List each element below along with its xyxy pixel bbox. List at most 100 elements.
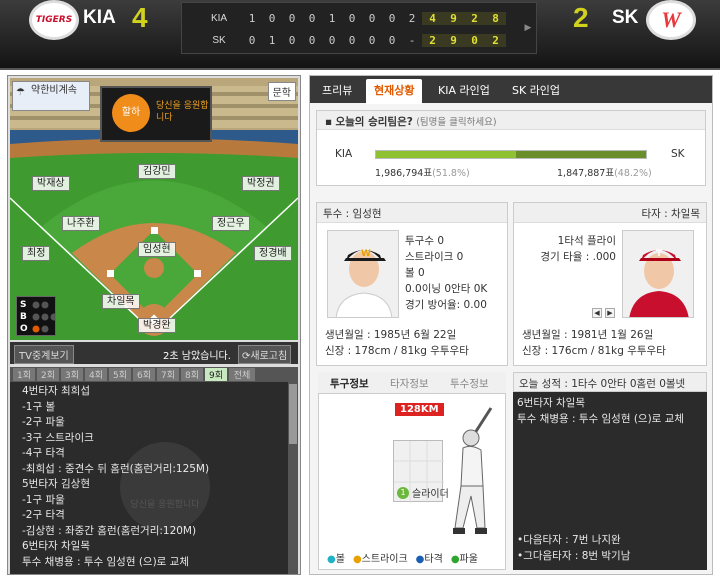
- inning-tab-all[interactable]: 전체: [229, 368, 255, 381]
- kia-tigers-logo: TIGERS: [29, 0, 79, 40]
- line-score: KIA 1 0 0 0 1 0 0 0 2 4 9 2 8 SK 0 1 0 0…: [181, 2, 537, 54]
- batter-birth: 생년월일 : 1981년 1월 26일: [522, 329, 654, 341]
- inning-tab[interactable]: 6회: [133, 368, 155, 381]
- inning-tab[interactable]: 2회: [37, 368, 59, 381]
- inning-tab[interactable]: 7회: [157, 368, 179, 381]
- line-team: KIA: [210, 12, 228, 24]
- stadium-name: 문학: [267, 82, 296, 101]
- legend-item: ●파울: [451, 550, 478, 565]
- next-batter: •다음타자 : 7번 나지완: [517, 534, 621, 546]
- inning-cell: 0: [288, 33, 296, 47]
- sbo-labels: S B O: [20, 299, 28, 335]
- weather-text: 약한비계속: [31, 85, 77, 96]
- inning-tab[interactable]: 8회: [181, 368, 203, 381]
- tv-broadcast-button[interactable]: TV중계보기: [14, 345, 74, 364]
- event-box: 6번타자 차일목 투수 채병용 : 투수 임성현 (으)로 교체 •다음타자 :…: [513, 392, 707, 570]
- legend-item: ●타격: [416, 550, 443, 565]
- tab-kia-lineup[interactable]: KIA 라인업: [438, 82, 490, 98]
- hits-cell: 9: [443, 11, 464, 25]
- pitcher-stat: 투구수 0: [405, 235, 444, 247]
- weather-icon: ☂: [16, 87, 25, 98]
- inning-cell: 0: [308, 11, 316, 25]
- player-3b[interactable]: 최정: [22, 246, 51, 261]
- vote-hint: (팀명을 클릭하세요): [416, 117, 497, 128]
- player-2b[interactable]: 정근우: [212, 216, 250, 231]
- log-line: -1구 파울: [22, 493, 65, 506]
- log-line: 4번타자 최희섭: [22, 385, 90, 397]
- strike-label: S: [20, 300, 27, 310]
- log-line: -2구 파울: [22, 416, 65, 428]
- player-cf[interactable]: 김강민: [138, 164, 176, 179]
- away-team-name: KIA: [83, 7, 116, 28]
- pitcher-birth: 생년월일 : 1985년 6월 22일: [325, 329, 457, 341]
- tab-preview[interactable]: 프리뷰: [322, 82, 352, 98]
- log-line: -김상현 : 좌중간 홈런(홈런거리:120M): [22, 524, 197, 537]
- log-line: -2구 타격: [22, 509, 65, 521]
- pitch-marker: 1 슬라이더: [397, 485, 449, 500]
- legend-label: 파울: [459, 554, 478, 565]
- sk-wyverns-logo: W: [646, 0, 696, 40]
- scroll-right-icon[interactable]: ▶: [522, 8, 534, 48]
- refresh-label: 새로고침: [250, 351, 288, 362]
- tab-current[interactable]: 현재상황: [366, 79, 423, 104]
- batter-avatar-icon: T: [623, 231, 693, 317]
- pitcher-stat: 0.0이닝 0안타 0K: [405, 283, 488, 295]
- vote-left-team[interactable]: KIA: [335, 148, 352, 160]
- pitcher-body: 신장 : 178cm / 81kg 우투우타: [325, 345, 469, 357]
- pitch-info-pane: 128KM 1 슬라이더 ●볼 ●스트라이크 ●타격 ●파울: [318, 394, 506, 570]
- batter-header: 타자 : 차일목: [514, 203, 706, 223]
- win-vote: ▪ 오늘의 승리팀은? (팀명을 클릭하세요) KIA SK 1,986,794…: [316, 110, 706, 186]
- ad-logo: 할하: [112, 94, 150, 132]
- inning-cell: 0: [368, 33, 376, 47]
- next-next-batter: •그다음타자 : 8번 박기남: [517, 550, 631, 562]
- ad-text: 당신을 응원합니다: [156, 101, 209, 123]
- bullet-icon: ▪: [325, 116, 336, 128]
- player-lf[interactable]: 박재상: [32, 176, 70, 191]
- inning-tab-active[interactable]: 9회: [205, 368, 227, 381]
- player-p[interactable]: 임성현: [138, 242, 176, 257]
- svg-text:W: W: [361, 249, 371, 259]
- batter-body: 신장 : 176cm / 81kg 우투우타: [522, 345, 666, 357]
- batter-stat: 경기 타율 : .000: [540, 251, 616, 263]
- inning-tab[interactable]: 5회: [109, 368, 131, 381]
- tab-pitcher-info[interactable]: 투수정보: [450, 376, 489, 391]
- info-panel: 프리뷰 현재상황 KIA 라인업 SK 라인업 ▪ 오늘의 승리팀은? (팀명을…: [309, 75, 713, 575]
- weather-box: ☂ 약한비계속: [12, 81, 90, 111]
- tab-pitch-info[interactable]: 투구정보: [330, 376, 369, 391]
- player-batter[interactable]: 차일목: [102, 294, 140, 309]
- inning-tab[interactable]: 4회: [85, 368, 107, 381]
- scoreboard: TIGERS KIA 4 ◀ KIA 1 0 0 0 1 0 0 0 2 4 9…: [0, 0, 720, 70]
- log-scrollbar-thumb[interactable]: [289, 384, 297, 444]
- inning-cell: 0: [248, 33, 256, 47]
- player-rf[interactable]: 박정권: [242, 176, 280, 191]
- player-1b[interactable]: 정경배: [254, 246, 292, 261]
- inning-tab[interactable]: 3회: [61, 368, 83, 381]
- svg-text:T: T: [656, 249, 663, 259]
- player-ss[interactable]: 나주환: [62, 216, 100, 231]
- inning-tab[interactable]: 1회: [13, 368, 35, 381]
- out-label: O: [20, 324, 28, 334]
- inning-cell: -: [408, 33, 416, 47]
- legend-label: 타격: [424, 554, 443, 565]
- log-scrollbar[interactable]: [288, 382, 298, 574]
- tab-batter-info[interactable]: 타자정보: [390, 376, 429, 391]
- batter-prev-button[interactable]: ◀: [592, 308, 602, 318]
- inning-cell: 0: [328, 33, 336, 47]
- vote-bar: [375, 150, 647, 159]
- player-c[interactable]: 박경완: [138, 318, 176, 333]
- batter-stat: 1타석 플라이: [557, 235, 616, 247]
- ball-label: B: [20, 312, 27, 322]
- vote-right-pct: (48.2%): [614, 168, 652, 179]
- legend-dot-icon: ●: [450, 554, 460, 565]
- inning-cell: 0: [348, 33, 356, 47]
- tab-sk-lineup[interactable]: SK 라인업: [512, 82, 560, 98]
- pitcher-profile: 생년월일 : 1985년 6월 22일 신장 : 178cm / 81kg 우투…: [325, 327, 469, 359]
- vote-right-team[interactable]: SK: [671, 148, 685, 160]
- log-line: 투수 채병용 : 투수 임성현 (으)로 교체: [22, 555, 189, 568]
- batter-next-button[interactable]: ▶: [605, 308, 615, 318]
- scoreboard-screen: 할하 당신을 응원합니다: [100, 86, 212, 142]
- home-team-score: 2: [573, 2, 589, 33]
- refresh-button[interactable]: ⟳새로고침: [238, 345, 292, 364]
- pitcher-card: 투수 : 임성현 W 투구수 0 스트라이크 0 볼 0 0.0이닝 0안타 0…: [316, 202, 508, 366]
- away-team-score: 4: [132, 2, 148, 33]
